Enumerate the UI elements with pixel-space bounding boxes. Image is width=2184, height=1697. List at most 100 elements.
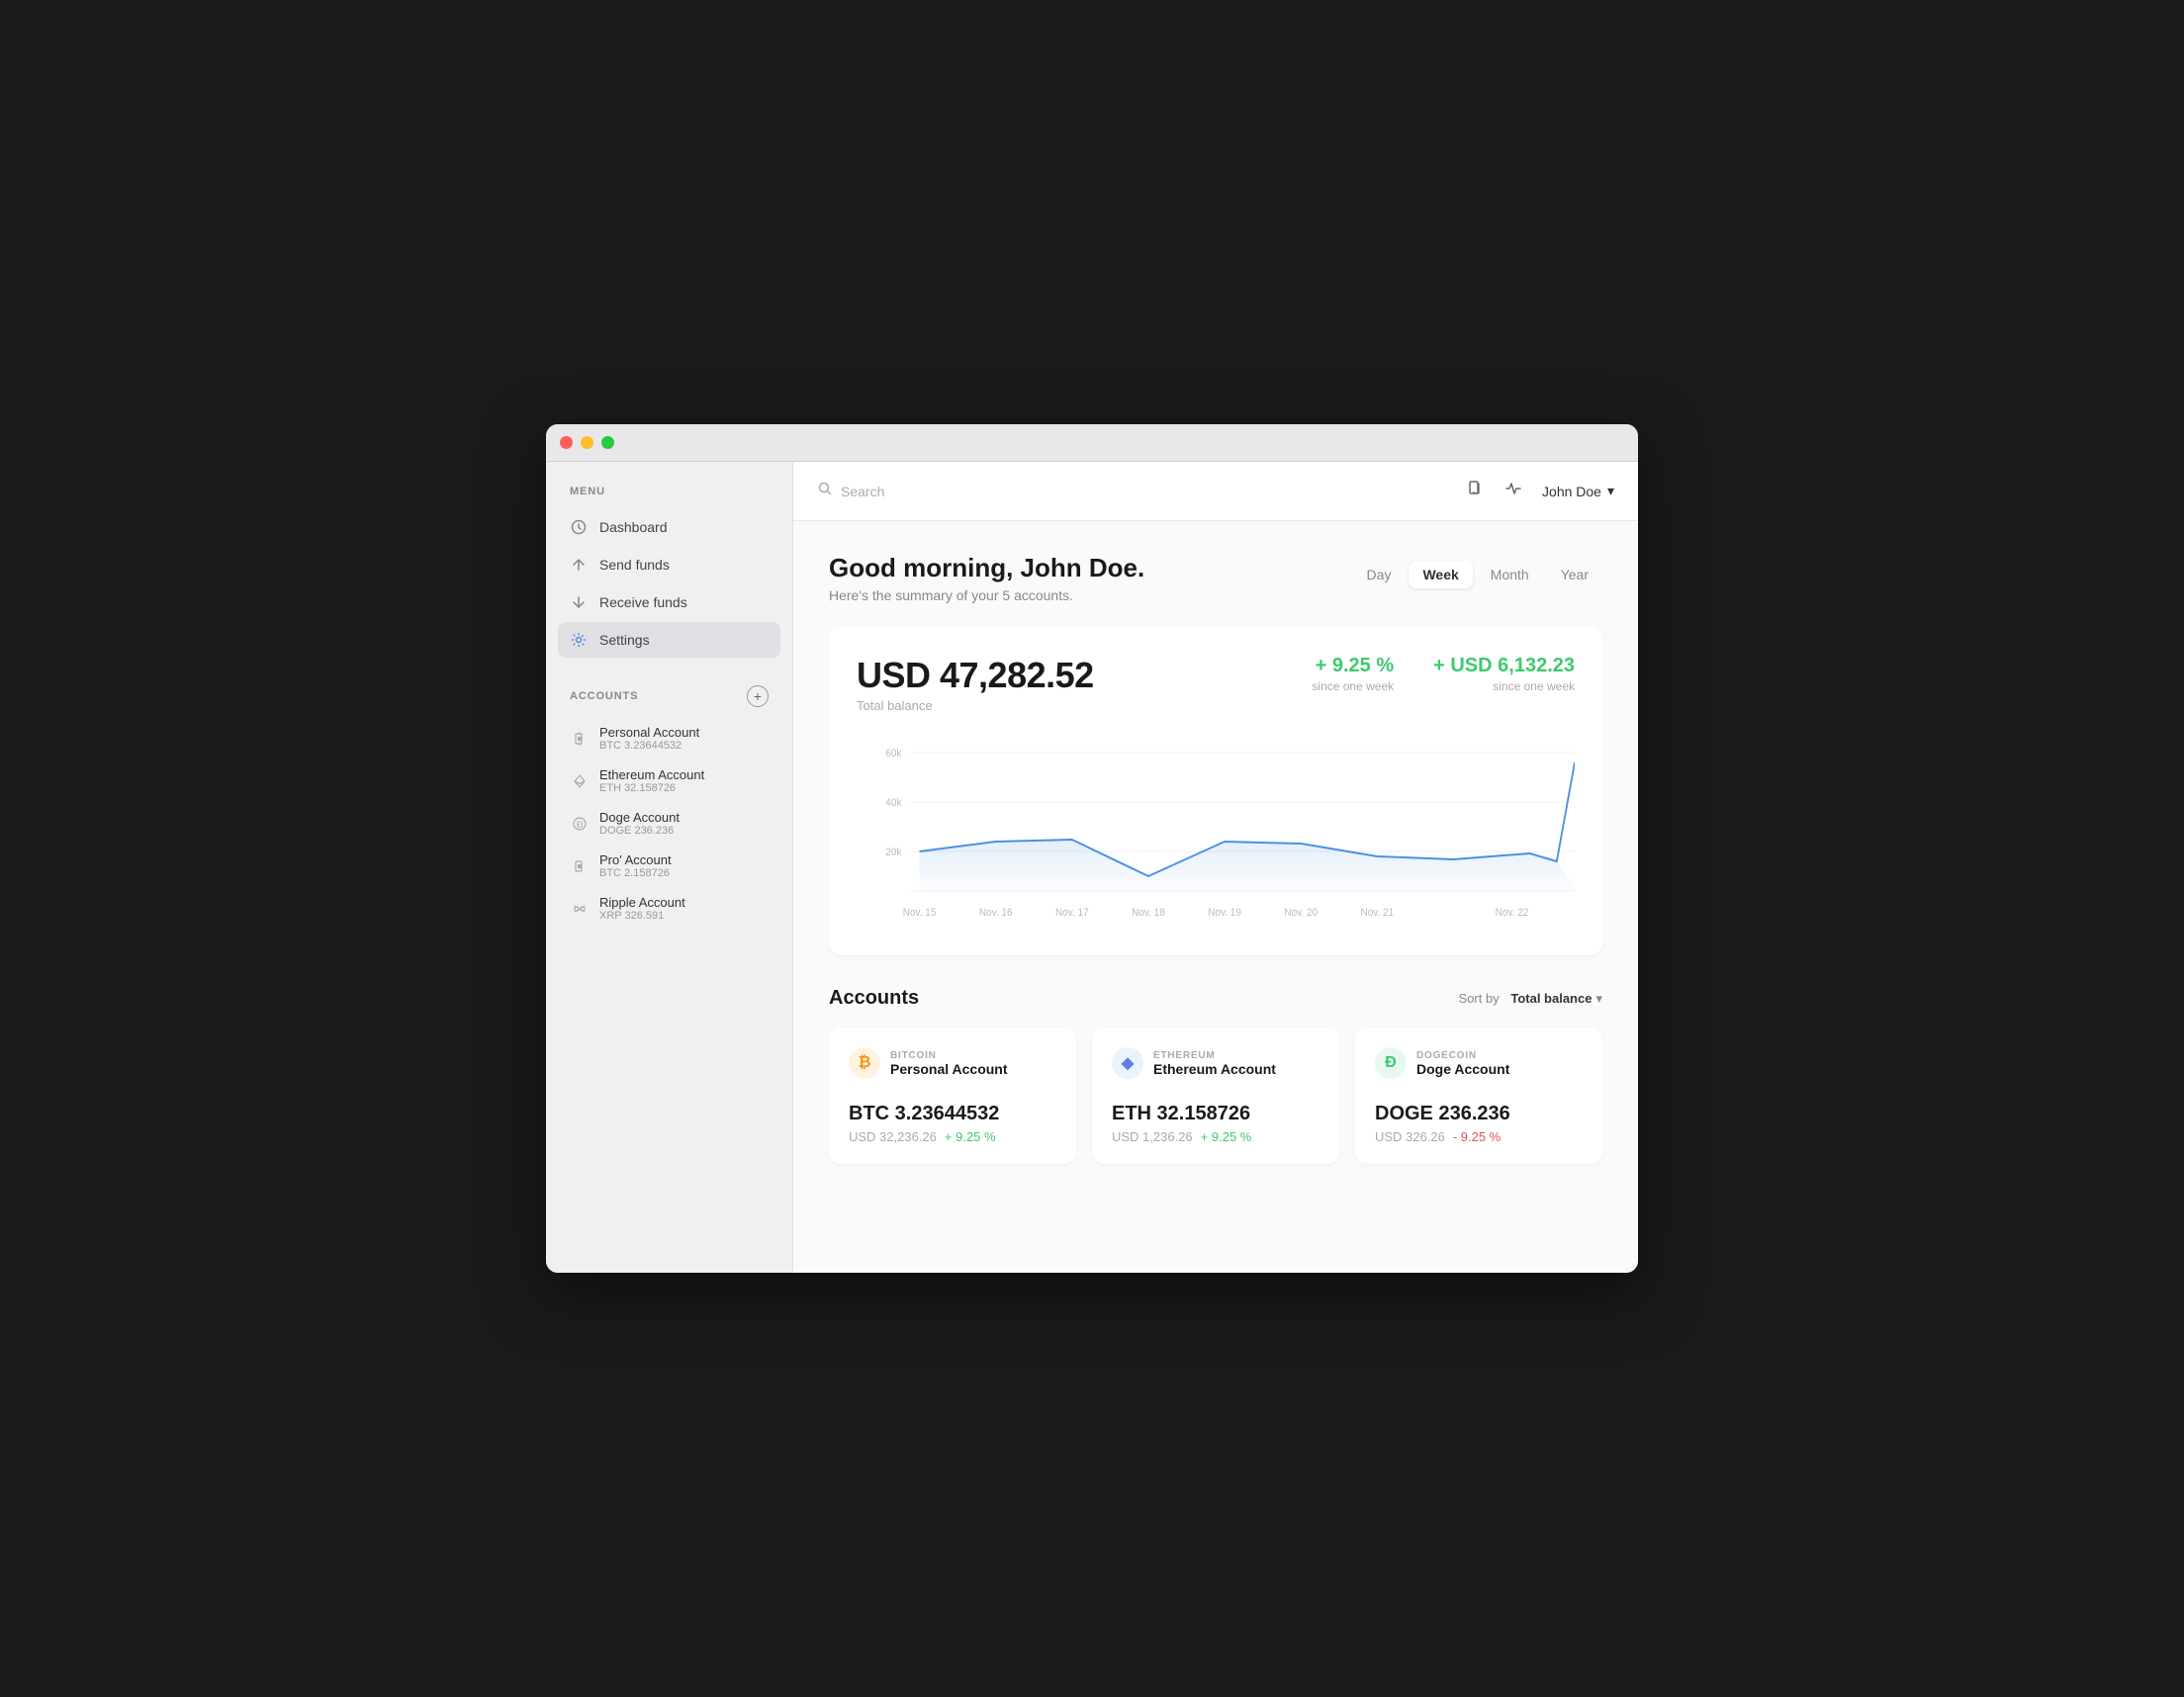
search-icon — [817, 481, 833, 501]
svg-text:Nov. 19: Nov. 19 — [1208, 907, 1241, 920]
list-item[interactable]: Pro' Account BTC 2.158726 — [558, 845, 780, 887]
card-change-negative: - 9.25 % — [1453, 1129, 1501, 1144]
card-crypto-type: BITCOIN — [890, 1050, 1008, 1061]
account-card-btc[interactable]: ₿ BITCOIN Personal Account BTC 3.2364453… — [829, 1027, 1076, 1164]
sort-control[interactable]: Sort by Total balance ▾ — [1459, 991, 1602, 1007]
svg-text:20k: 20k — [885, 847, 902, 859]
account-name: Personal Account — [599, 725, 699, 740]
user-menu[interactable]: John Doe ▾ — [1542, 483, 1614, 499]
titlebar — [546, 424, 1638, 462]
card-header: Ð DOGECOIN Doge Account — [1375, 1047, 1583, 1079]
sidebar-item-dashboard[interactable]: Dashboard — [558, 509, 780, 545]
card-crypto-name: Ethereum Account — [1153, 1061, 1276, 1077]
svg-text:Nov. 17: Nov. 17 — [1055, 907, 1089, 920]
account-card-doge[interactable]: Ð DOGECOIN Doge Account DOGE 236.236 USD… — [1355, 1027, 1602, 1164]
tab-year[interactable]: Year — [1547, 561, 1602, 588]
svg-text:40k: 40k — [885, 797, 902, 810]
sort-value: Total balance — [1510, 991, 1592, 1006]
card-crypto-type: ETHEREUM — [1153, 1050, 1276, 1061]
card-amount: DOGE 236.236 — [1375, 1103, 1583, 1125]
usd-change: + USD 6,132.23 — [1433, 655, 1575, 677]
tab-week[interactable]: Week — [1409, 561, 1472, 588]
svg-text:60k: 60k — [885, 748, 902, 760]
card-amount: ETH 32.158726 — [1112, 1103, 1320, 1125]
minimize-button[interactable] — [581, 436, 593, 449]
topbar-actions: John Doe ▾ — [1467, 480, 1614, 502]
sidebar-item-settings[interactable]: Settings — [558, 622, 780, 658]
card-crypto-name: Doge Account — [1416, 1061, 1509, 1077]
sidebar: MENU Dashboard — [546, 462, 793, 1273]
list-item[interactable]: Ð Doge Account DOGE 236.236 — [558, 802, 780, 845]
account-sub: BTC 2.158726 — [599, 867, 672, 879]
sidebar-item-label: Dashboard — [599, 519, 668, 535]
list-item[interactable]: Personal Account BTC 3.23644532 — [558, 717, 780, 759]
dogecoin-icon: Ð — [1375, 1047, 1407, 1079]
menu-label: MENU — [546, 486, 792, 509]
card-change-positive: + 9.25 % — [945, 1129, 996, 1144]
card-usd: USD 32,236.26 + 9.25 % — [849, 1129, 1056, 1144]
greeting-title: Good morning, John Doe. — [829, 553, 1144, 583]
account-sub: ETH 32.158726 — [599, 782, 704, 794]
main-area: Search John Doe — [793, 462, 1638, 1273]
account-name: Ripple Account — [599, 895, 685, 910]
eth-icon — [570, 771, 590, 791]
greeting-subtitle: Here's the summary of your 5 accounts. — [829, 587, 1144, 603]
account-name: Ethereum Account — [599, 767, 704, 782]
sidebar-nav: Dashboard Send funds — [546, 509, 792, 658]
accounts-section-title: Accounts — [829, 987, 919, 1010]
card-change-positive: + 9.25 % — [1201, 1129, 1252, 1144]
arrow-up-icon — [570, 556, 588, 574]
list-item[interactable]: Ethereum Account ETH 32.158726 — [558, 759, 780, 802]
sort-label: Sort by — [1459, 991, 1500, 1006]
bitcoin-icon: ₿ — [849, 1047, 880, 1079]
svg-text:Nov. 20: Nov. 20 — [1284, 907, 1318, 920]
line-chart: 60k 40k 20k — [857, 733, 1575, 931]
search-area[interactable]: Search — [817, 481, 1451, 501]
card-crypto-name: Personal Account — [890, 1061, 1008, 1077]
usd-change-block: + USD 6,132.23 since one week — [1433, 655, 1575, 693]
maximize-button[interactable] — [601, 436, 614, 449]
greeting-row: Good morning, John Doe. Here's the summa… — [829, 553, 1602, 603]
list-item[interactable]: Ripple Account XRP 326.591 — [558, 887, 780, 930]
sidebar-item-send[interactable]: Send funds — [558, 547, 780, 582]
chevron-down-icon: ▾ — [1595, 991, 1602, 1007]
card-usd: USD 1,236.26 + 9.25 % — [1112, 1129, 1320, 1144]
activity-icon[interactable] — [1504, 480, 1522, 502]
chart-card: USD 47,282.52 Total balance + 9.25 % sin… — [829, 627, 1602, 955]
chart-wrap: 60k 40k 20k — [857, 733, 1575, 936]
app-window: MENU Dashboard — [546, 424, 1638, 1273]
account-card-eth[interactable]: ◆ ETHEREUM Ethereum Account ETH 32.15872… — [1092, 1027, 1339, 1164]
pct-change-block: + 9.25 % since one week — [1312, 655, 1394, 693]
period-tabs: Day Week Month Year — [1353, 561, 1602, 588]
total-balance-label: Total balance — [857, 698, 1094, 713]
account-sub: DOGE 236.236 — [599, 825, 680, 837]
ethereum-icon: ◆ — [1112, 1047, 1143, 1079]
card-header: ₿ BITCOIN Personal Account — [849, 1047, 1056, 1079]
card-usd-value: USD 326.26 — [1375, 1129, 1445, 1144]
pct-change: + 9.25 % — [1312, 655, 1394, 677]
xrp-icon — [570, 899, 590, 919]
svg-text:Nov. 15: Nov. 15 — [903, 907, 937, 920]
sidebar-item-receive[interactable]: Receive funds — [558, 584, 780, 620]
tab-month[interactable]: Month — [1477, 561, 1543, 588]
card-crypto-type: DOGECOIN — [1416, 1050, 1509, 1061]
chart-stats: USD 47,282.52 Total balance + 9.25 % sin… — [857, 655, 1575, 713]
account-cards: ₿ BITCOIN Personal Account BTC 3.2364453… — [829, 1027, 1602, 1164]
svg-text:Nov. 16: Nov. 16 — [979, 907, 1013, 920]
tab-day[interactable]: Day — [1353, 561, 1406, 588]
total-balance: USD 47,282.52 — [857, 655, 1094, 696]
clock-icon — [570, 518, 588, 536]
doge-icon: Ð — [570, 814, 590, 834]
search-placeholder: Search — [841, 484, 884, 499]
device-icon[interactable] — [1467, 480, 1485, 502]
accounts-section-header: ACCOUNTS + — [546, 666, 792, 717]
btc2-icon — [570, 856, 590, 876]
close-button[interactable] — [560, 436, 573, 449]
account-sub: BTC 3.23644532 — [599, 740, 699, 752]
btc-icon — [570, 729, 590, 749]
add-account-button[interactable]: + — [747, 685, 769, 707]
greeting-block: Good morning, John Doe. Here's the summa… — [829, 553, 1144, 603]
card-usd-value: USD 32,236.26 — [849, 1129, 937, 1144]
card-header: ◆ ETHEREUM Ethereum Account — [1112, 1047, 1320, 1079]
sidebar-item-label: Receive funds — [599, 594, 687, 610]
